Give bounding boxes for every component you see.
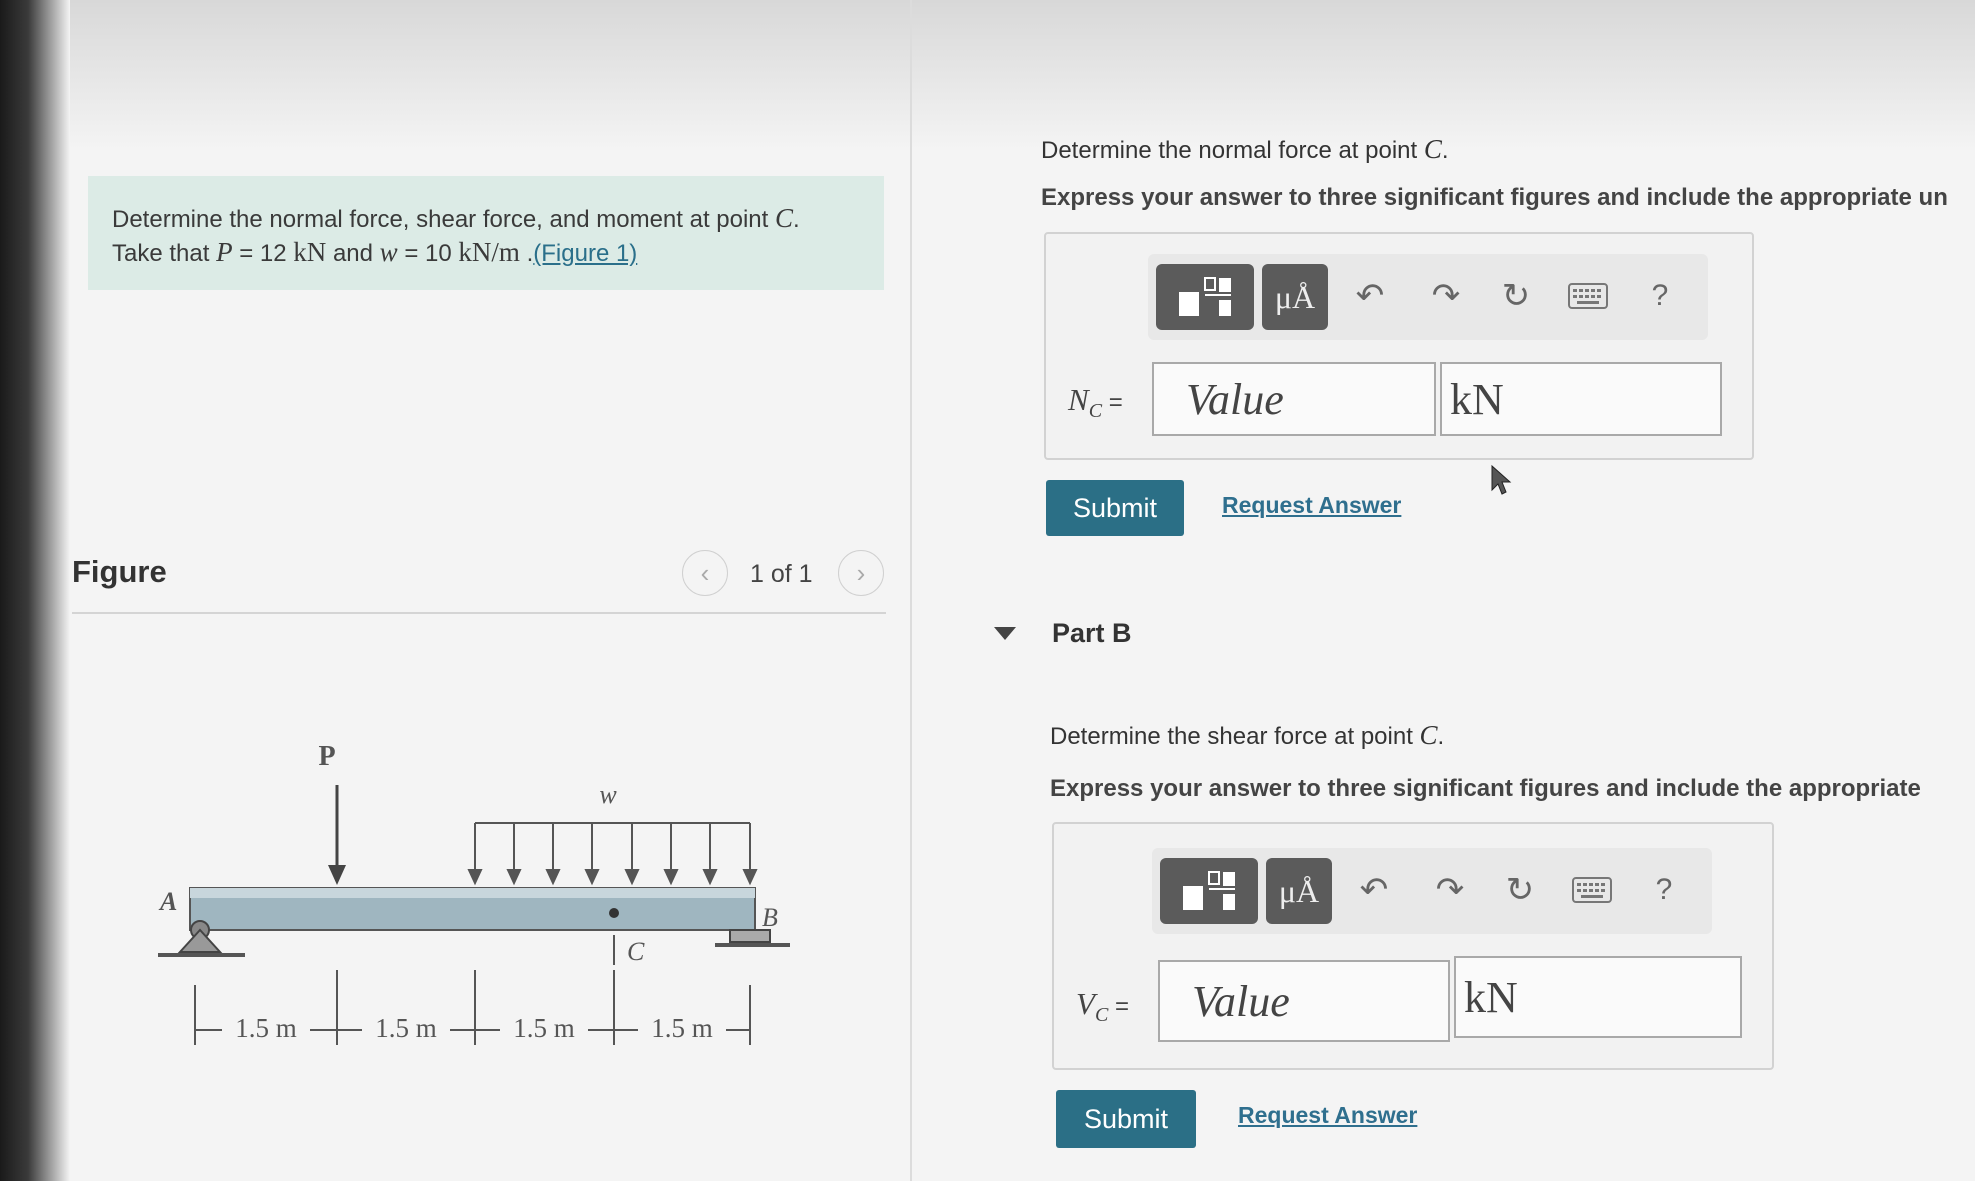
problem-statement: Determine the normal force, shear force,…	[88, 176, 884, 290]
dimension-label: 1.5 m	[651, 1013, 713, 1043]
reset-icon[interactable]: ↻	[1494, 274, 1538, 318]
partB-answer-box: μÅ ↶ ↷ ↻ ? VC =	[1052, 822, 1774, 1070]
partA-value-input[interactable]	[1152, 362, 1436, 436]
partB-label: VC =	[1076, 986, 1129, 1027]
keyboard-icon[interactable]	[1570, 868, 1614, 912]
figure-title: Figure	[72, 554, 167, 589]
beam-figure: P w C A B 1.5 m 1.5 m 1.5 m 1.5 m	[158, 741, 790, 1045]
figure-divider	[72, 612, 886, 614]
left-shadow	[0, 0, 70, 1181]
chevron-left-icon: ‹	[700, 558, 710, 588]
arrow-down-icon	[328, 865, 346, 885]
prev-figure-button[interactable]: ‹	[682, 550, 728, 596]
mouse-cursor-icon	[1491, 464, 1512, 495]
templates-button[interactable]	[1156, 264, 1254, 330]
pin-support-icon	[177, 928, 223, 953]
partB-header[interactable]: Part B	[1052, 618, 1132, 649]
partA-toolbar: μÅ ↶ ↷ ↻ ?	[1148, 254, 1708, 340]
load-P-label: P	[318, 741, 335, 772]
partB-unit-input[interactable]	[1454, 956, 1742, 1038]
problem-line-1: Determine the normal force, shear force,…	[112, 203, 800, 233]
partA-question: Determine the normal force at point C.	[1041, 134, 1449, 164]
templates-icon	[1179, 277, 1231, 316]
units-button[interactable]: μÅ	[1266, 858, 1332, 924]
redo-icon[interactable]: ↷	[1428, 868, 1472, 912]
dimension-label: 1.5 m	[375, 1013, 437, 1043]
next-figure-button[interactable]: ›	[838, 550, 884, 596]
templates-icon	[1183, 871, 1235, 910]
figure-pager: 1 of 1	[750, 560, 813, 588]
undo-icon[interactable]: ↶	[1348, 274, 1392, 318]
partA-unit-input[interactable]	[1440, 362, 1722, 436]
undo-icon[interactable]: ↶	[1352, 868, 1396, 912]
collapse-caret-icon[interactable]	[994, 627, 1016, 640]
keyboard-icon[interactable]	[1566, 274, 1610, 318]
partA-instruction: Express your answer to three significant…	[1041, 184, 1948, 211]
partB-value-input[interactable]	[1158, 960, 1450, 1042]
partA-submit-button[interactable]: Submit	[1046, 480, 1184, 536]
partA-label: NC =	[1068, 382, 1123, 423]
partA-answer-box: μÅ ↶ ↷ ↻ ? NC =	[1044, 232, 1754, 460]
partA-request-answer-link[interactable]: Request Answer	[1222, 492, 1401, 519]
partB-instruction: Express your answer to three significant…	[1050, 775, 1921, 802]
point-C-label: C	[627, 937, 645, 966]
roller-support-icon	[729, 929, 771, 943]
redo-icon[interactable]: ↷	[1424, 274, 1468, 318]
help-icon[interactable]: ?	[1638, 274, 1682, 318]
support-B-label: B	[762, 903, 778, 932]
chevron-right-icon: ›	[856, 558, 866, 588]
top-shadow	[70, 0, 1975, 150]
dimension-label: 1.5 m	[235, 1013, 297, 1043]
units-button[interactable]: μÅ	[1262, 264, 1328, 330]
help-icon[interactable]: ?	[1642, 868, 1686, 912]
dimension-label: 1.5 m	[513, 1013, 575, 1043]
problem-line-2: Take that P = 12 kN and w = 10 kN/m .(Fi…	[112, 237, 638, 267]
partB-submit-button[interactable]: Submit	[1056, 1090, 1196, 1148]
partB-toolbar: μÅ ↶ ↷ ↻ ?	[1152, 848, 1712, 934]
point-C-marker	[609, 908, 619, 918]
templates-button[interactable]	[1160, 858, 1258, 924]
partB-request-answer-link[interactable]: Request Answer	[1238, 1102, 1417, 1129]
partB-question: Determine the shear force at point C.	[1050, 720, 1445, 750]
reset-icon[interactable]: ↻	[1498, 868, 1542, 912]
load-w-label: w	[599, 780, 617, 809]
panel-divider	[910, 0, 912, 1181]
support-A-label: A	[158, 887, 177, 916]
figure-link[interactable]: (Figure 1)	[533, 240, 637, 267]
